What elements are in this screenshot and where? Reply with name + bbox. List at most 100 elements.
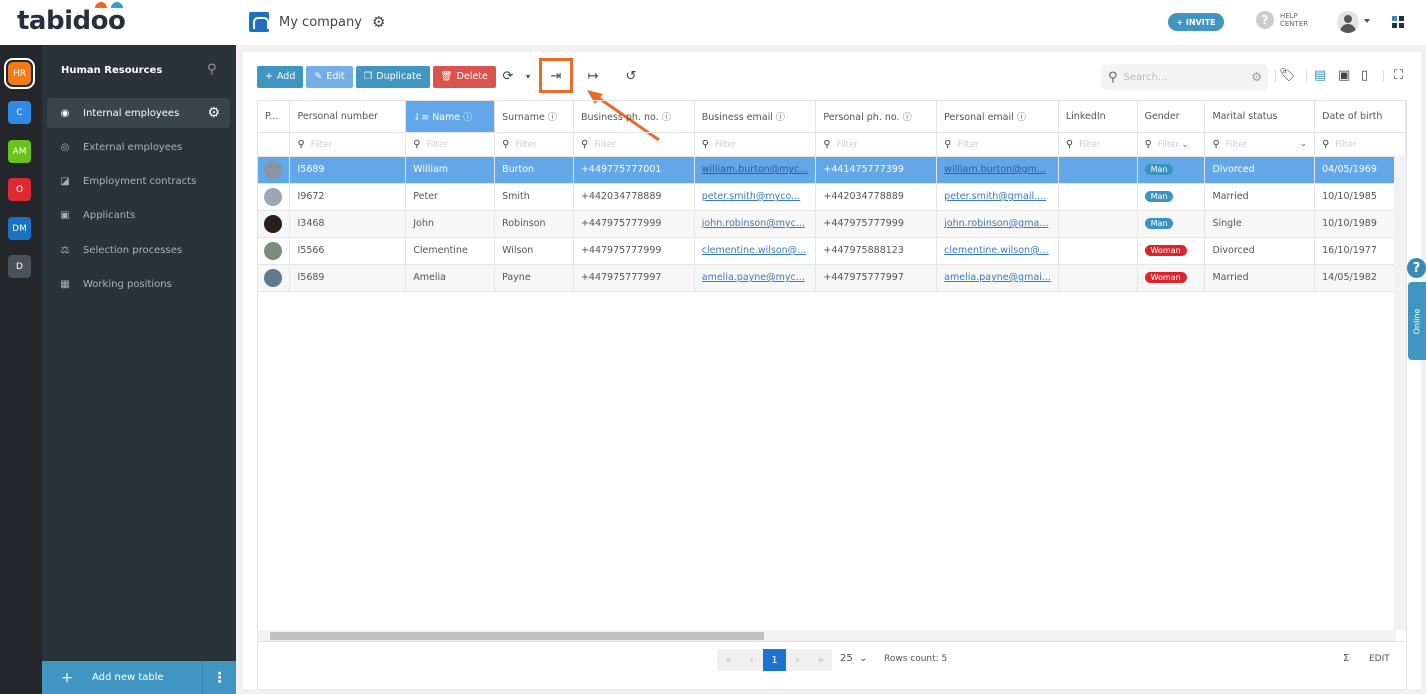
chevron-down-icon[interactable]: ⌄	[1182, 140, 1189, 150]
personal-number-cell[interactable]: I3468	[289, 210, 407, 238]
apps-grid-icon[interactable]	[1392, 16, 1404, 28]
gender-cell[interactable]: Man	[1137, 210, 1206, 238]
column-header-personal-number[interactable]: Personal number	[289, 101, 407, 133]
surname-cell[interactable]: Smith	[494, 183, 574, 211]
help-circle-icon[interactable]: ⓘ	[776, 113, 785, 123]
photo-cell[interactable]	[258, 237, 291, 265]
personal-phone-cell[interactable]: +447975888123	[815, 237, 938, 265]
table-settings-gear-icon[interactable]: ⚙	[207, 105, 220, 121]
next-page-button[interactable]: ›	[786, 649, 809, 671]
column-header-linkedin[interactable]: LinkedIn	[1058, 101, 1138, 133]
name-cell[interactable]: Peter	[405, 183, 496, 211]
surname-cell[interactable]: Wilson	[494, 237, 574, 265]
search-input[interactable]: Search...	[1124, 72, 1168, 83]
filter-name[interactable]: ⚲ Filter	[405, 132, 496, 157]
column-header-photo[interactable]: P...	[258, 101, 291, 133]
marital-status-cell[interactable]: Married	[1204, 264, 1316, 292]
photo-cell[interactable]	[258, 210, 291, 238]
table-row[interactable]: I3468 John Robinson +447975777999 john.robin…	[258, 210, 1406, 238]
name-cell[interactable]: Clementine	[405, 237, 496, 265]
sum-icon[interactable]: Σ	[1343, 653, 1349, 664]
date-of-birth-cell[interactable]: 14/05/1982	[1314, 264, 1406, 292]
search-settings-gear-icon[interactable]: ⚙	[1251, 70, 1262, 84]
sidebar-search-icon[interactable]: ⚲	[207, 62, 217, 77]
delete-button[interactable]: 🗑 Delete	[432, 65, 496, 88]
help-circle-icon[interactable]: ⓘ	[548, 113, 557, 123]
history-icon[interactable]: ↺	[621, 69, 641, 84]
date-of-birth-cell[interactable]: 10/10/1989	[1314, 210, 1406, 238]
invite-button[interactable]: + INVITE	[1168, 13, 1224, 31]
personal-email-cell[interactable]: peter.smith@gmail....	[936, 183, 1059, 211]
fullscreen-icon[interactable]: ⛶	[1394, 68, 1403, 83]
photo-cell[interactable]	[258, 183, 291, 211]
chevron-down-icon[interactable]: ⌄	[1300, 139, 1307, 149]
user-avatar[interactable]	[1337, 11, 1359, 33]
sidebar-item-selection-processes[interactable]: ⚖ Selection processes	[47, 235, 230, 265]
refresh-dropdown-caret-icon[interactable]: ▾	[518, 72, 538, 81]
linkedin-cell[interactable]	[1058, 264, 1138, 292]
column-header-surname[interactable]: Surname ⓘ	[494, 101, 574, 133]
linkedin-cell[interactable]	[1058, 156, 1138, 184]
refresh-icon[interactable]: ⟳	[498, 69, 518, 84]
tag-icon[interactable]: 🏷	[1279, 68, 1296, 83]
employee-photo[interactable]	[264, 214, 282, 233]
duplicate-button[interactable]: ❐ Duplicate	[355, 65, 430, 88]
filter-personal-phone[interactable]: ⚲ Filter	[815, 132, 938, 157]
personal-email-cell[interactable]: john.robinson@gma...	[936, 210, 1059, 238]
linkedin-cell[interactable]	[1058, 183, 1138, 211]
gender-cell[interactable]: Man	[1137, 183, 1206, 211]
linkedin-cell[interactable]	[1058, 237, 1138, 265]
personal-email-cell[interactable]: william.burton@gm...	[936, 156, 1059, 184]
date-of-birth-cell[interactable]: 16/10/1977	[1314, 237, 1406, 265]
personal-phone-cell[interactable]: +442034778889	[815, 183, 938, 211]
edit-footer-button[interactable]: EDIT	[1369, 654, 1390, 664]
marital-status-cell[interactable]: Married	[1204, 183, 1316, 211]
personal-number-cell[interactable]: I5689	[289, 264, 407, 292]
sidebar-item-employment-contracts[interactable]: ◪ Employment contracts	[47, 166, 230, 196]
more-vertical-icon[interactable]: ⋮	[202, 661, 236, 694]
column-header-personal-email[interactable]: Personal email ⓘ	[936, 101, 1059, 133]
filter-date-of-birth[interactable]: ⚲ Filter	[1314, 132, 1406, 157]
name-cell[interactable]: John	[405, 210, 496, 238]
marital-status-cell[interactable]: Divorced	[1204, 237, 1316, 265]
column-header-date-of-birth[interactable]: Date of birth	[1314, 101, 1406, 133]
last-page-button[interactable]: »	[809, 649, 832, 671]
business-phone-cell[interactable]: +442034778889	[573, 183, 695, 211]
business-email-cell[interactable]: william.burton@myc...	[694, 156, 817, 184]
email-link[interactable]: peter.smith@gmail....	[944, 191, 1046, 202]
help-circle-icon[interactable]: ⓘ	[1017, 113, 1026, 123]
column-header-business-email[interactable]: Business email ⓘ	[694, 101, 817, 133]
sidebar-item-applicants[interactable]: ▣ Applicants	[47, 200, 230, 230]
marital-status-cell[interactable]: Single	[1204, 210, 1316, 238]
business-email-cell[interactable]: clementine.wilson@...	[694, 237, 817, 265]
edit-button[interactable]: ✎ Edit	[306, 65, 353, 88]
help-circle-icon[interactable]: ⓘ	[662, 113, 671, 123]
personal-phone-cell[interactable]: +447975777997	[815, 264, 938, 292]
employee-photo[interactable]	[264, 160, 282, 179]
personal-email-cell[interactable]: clementine.wilson@...	[936, 237, 1059, 265]
prev-page-button[interactable]: ‹	[740, 649, 763, 671]
sidebar-item-working-positions[interactable]: ▦ Working positions	[47, 269, 230, 299]
add-button[interactable]: + Add	[257, 65, 304, 88]
current-page-button[interactable]: 1	[763, 649, 786, 671]
filter-business-phone[interactable]: ⚲ Filter	[573, 132, 695, 157]
business-email-cell[interactable]: peter.smith@myco...	[694, 183, 817, 211]
filter-linkedin[interactable]: ⚲ Filter	[1058, 132, 1138, 157]
photo-cell[interactable]	[258, 264, 291, 292]
personal-number-cell[interactable]: I9672	[289, 183, 407, 211]
sidebar-item-internal-employees[interactable]: ◉ Internal employees ⚙	[47, 98, 230, 128]
vertical-scrollbar[interactable]	[1394, 156, 1406, 630]
personal-number-cell[interactable]: I5566	[289, 237, 407, 265]
user-menu-caret-icon[interactable]	[1364, 19, 1370, 23]
column-header-name[interactable]: ⇃≡ Name ⓘ	[405, 101, 496, 133]
workspace-d[interactable]: D	[8, 255, 31, 278]
sidebar-item-external-employees[interactable]: ◎ External employees	[47, 132, 230, 162]
help-center-link[interactable]: ? HELP CENTER	[1256, 11, 1308, 29]
search-box[interactable]: ⚲ Search... ⚙	[1101, 64, 1268, 90]
gender-cell[interactable]: Woman	[1137, 264, 1206, 292]
side-help-button[interactable]: ?	[1407, 258, 1426, 278]
filter-marital-status[interactable]: ⚲ Filter ⌄	[1204, 132, 1316, 157]
email-link[interactable]: john.robinson@gma...	[944, 218, 1048, 229]
filter-personal-email[interactable]: ⚲ Filter	[936, 132, 1059, 157]
business-phone-cell[interactable]: +447975777997	[573, 264, 695, 292]
